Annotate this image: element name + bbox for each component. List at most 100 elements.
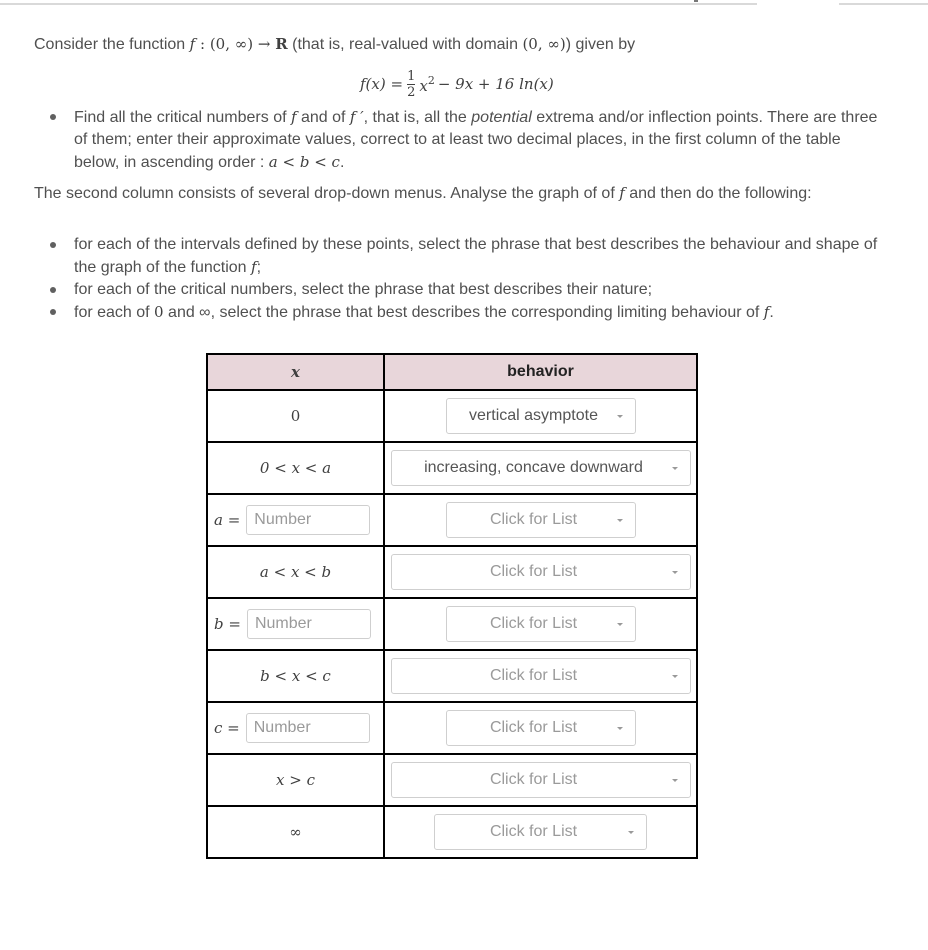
x-cell: x > c <box>206 753 385 807</box>
list-item: for each of the critical numbers, select… <box>34 279 884 301</box>
behavior-dropdown[interactable]: vertical asymptote <box>445 398 636 434</box>
x-cell: b = <box>206 597 385 651</box>
bullet-text: , that is, all the <box>363 109 472 126</box>
x-cell: c = <box>206 701 385 755</box>
dropdown-value: Click for List <box>489 511 578 528</box>
bullet-text: Find all the critical numbers of <box>74 109 291 126</box>
table-row: x > c Click for List <box>206 753 698 807</box>
x-interval: a < x < b <box>259 562 332 581</box>
fraction-denominator: 2 <box>407 84 416 100</box>
bullet-text: . <box>769 304 774 321</box>
top-divider-right <box>839 3 928 5</box>
formula-x-squared: x2 <box>419 74 434 95</box>
x-label-b: b = <box>214 615 241 633</box>
table-row: 0 < x < a increasing, concave downward <box>206 441 698 495</box>
caret-down-icon <box>616 415 623 418</box>
x-value: 0 <box>290 406 301 425</box>
bullet-text: ; <box>256 259 262 276</box>
a-number-input[interactable] <box>246 505 371 535</box>
x-label-c: c = <box>214 719 240 737</box>
behavior-dropdown[interactable]: Click for List <box>390 658 691 694</box>
b-number-input[interactable] <box>246 609 371 639</box>
bullet-text: and ∞, select the phrase that best descr… <box>163 304 764 321</box>
math-zero: 0 <box>154 303 164 321</box>
math-domain-2: (0, ∞) <box>522 35 566 53</box>
behavior-dropdown[interactable]: increasing, concave downward <box>390 450 691 486</box>
table-row: c = Click for List <box>206 701 698 755</box>
dropdown-value: Click for List <box>489 823 578 840</box>
behavior-dropdown[interactable]: Click for List <box>445 606 636 642</box>
dropdown-value: increasing, concave downward <box>424 459 643 476</box>
bullet-text: . <box>339 154 345 171</box>
intro-text-suffix: ) given by <box>565 36 636 53</box>
caret-down-icon <box>671 779 678 782</box>
dropdown-value: Click for List <box>489 667 578 684</box>
header-x: x <box>206 353 385 391</box>
x-cell: a = <box>206 493 385 547</box>
bullet-text: for each of <box>74 304 155 321</box>
table-row: a < x < b Click for List <box>206 545 698 599</box>
behavior-cell: Click for List <box>383 493 698 547</box>
caret-down-icon <box>671 467 678 470</box>
instructions-list-1: Find all the critical numbers of f and o… <box>34 106 884 174</box>
paragraph-text: The second column consists of several dr… <box>34 185 620 202</box>
x-cell: b < x < c <box>206 649 385 703</box>
function-formula: f(x) = 1 2 x2 − 9x + 16 ln(x) <box>360 64 554 104</box>
caret-down-icon <box>616 623 623 626</box>
behavior-cell: Click for List <box>383 805 698 859</box>
behavior-dropdown[interactable]: Click for List <box>390 554 691 590</box>
list-item: for each of 0 and ∞, select the phrase t… <box>34 301 884 324</box>
table-row: a = Click for List <box>206 493 698 547</box>
emphasis-potential: potential <box>471 109 532 126</box>
dropdown-value: Click for List <box>489 615 578 632</box>
formula-x: x <box>419 76 428 95</box>
x-label-a: a = <box>214 511 241 529</box>
dropdown-value: Click for List <box>489 563 578 580</box>
dropdown-value: vertical asymptote <box>469 407 598 424</box>
dropdown-instructions: The second column consists of several dr… <box>34 182 884 205</box>
caret-down-icon <box>616 727 623 730</box>
intro-paragraph: Consider the function f : (0, ∞) → R (th… <box>34 34 904 55</box>
c-number-input[interactable] <box>245 713 370 743</box>
caret-down-icon <box>671 675 678 678</box>
x-cell: 0 <box>206 389 385 443</box>
table-row: b < x < c Click for List <box>206 649 698 703</box>
caret-down-icon <box>616 519 623 522</box>
instructions-list-2: for each of the intervals defined by the… <box>34 234 884 324</box>
formula-fraction: 1 2 <box>407 70 415 99</box>
math-f-prime: f ′ <box>349 108 364 126</box>
behavior-cell: Click for List <box>383 545 698 599</box>
behavior-dropdown[interactable]: Click for List <box>445 502 636 538</box>
behavior-dropdown[interactable]: Click for List <box>434 814 647 850</box>
x-infinity: ∞ <box>289 822 302 841</box>
behavior-cell: Click for List <box>383 597 698 651</box>
table-row: b = Click for List <box>206 597 698 651</box>
x-interval: b < x < c <box>260 666 331 685</box>
behavior-cell: Click for List <box>383 753 698 807</box>
math-order: a < b < c <box>268 153 340 171</box>
behavior-dropdown[interactable]: Click for List <box>445 710 636 746</box>
fraction-numerator: 1 <box>407 68 416 84</box>
dropdown-value: Click for List <box>489 719 578 736</box>
table-row: ∞ Click for List <box>206 805 698 859</box>
top-divider-left <box>0 3 757 5</box>
table-header-row: x behavior <box>206 353 698 391</box>
list-item: Find all the critical numbers of f and o… <box>34 106 884 174</box>
x-cell: 0 < x < a <box>206 441 385 495</box>
table-row: 0 vertical asymptote <box>206 389 698 443</box>
formula-exponent: 2 <box>427 73 435 87</box>
behavior-cell: vertical asymptote <box>383 389 698 443</box>
bullet-text: for each of the intervals defined by the… <box>74 236 878 276</box>
caret-down-icon <box>628 831 634 834</box>
header-behavior: behavior <box>383 353 698 391</box>
formula-rest: − 9x + 16 ln(x) <box>437 75 554 93</box>
behavior-dropdown[interactable]: Click for List <box>390 762 691 798</box>
caret-down-icon <box>671 571 678 574</box>
list-item: for each of the intervals defined by the… <box>34 234 884 279</box>
top-marker <box>694 0 698 2</box>
behavior-cell: increasing, concave downward <box>383 441 698 495</box>
x-cell: ∞ <box>206 805 385 859</box>
behavior-cell: Click for List <box>383 701 698 755</box>
math-domain: (0, ∞) → <box>209 35 276 53</box>
header-x-label: x <box>291 362 300 381</box>
